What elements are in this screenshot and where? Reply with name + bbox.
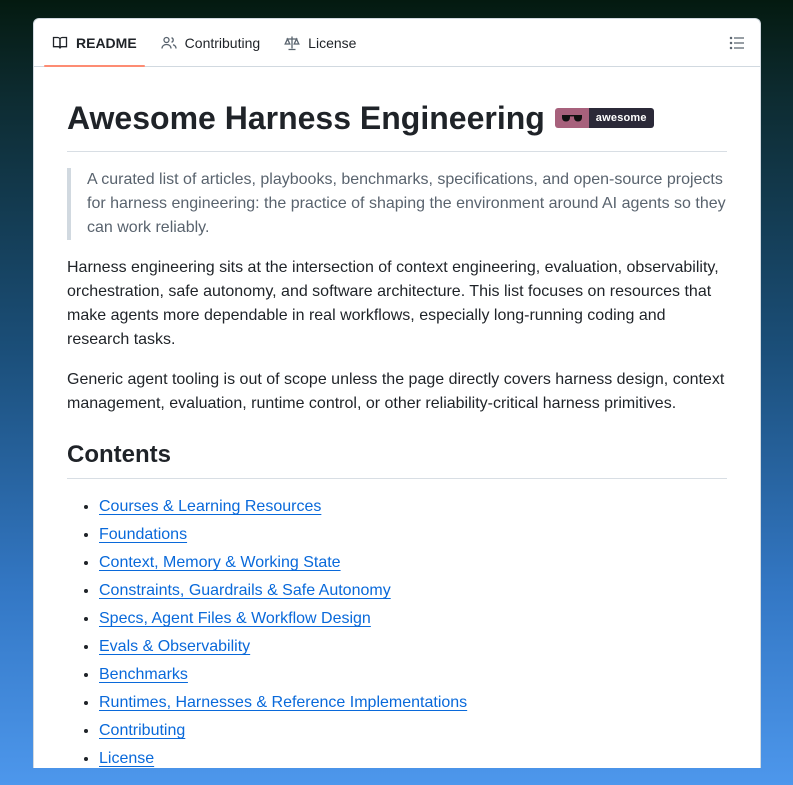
list-item: Contributing [99, 719, 727, 743]
summary-quote: A curated list of articles, playbooks, b… [67, 168, 727, 240]
toc-link-license[interactable]: License [99, 750, 154, 767]
tab-bar: README Contributing License [34, 19, 760, 67]
contents-heading: Contents [67, 440, 727, 479]
toc-link-courses[interactable]: Courses & Learning Resources [99, 498, 321, 515]
badge-label: awesome [588, 108, 654, 128]
toc-link-contributing[interactable]: Contributing [99, 722, 185, 739]
tab-readme-label: README [76, 34, 137, 51]
tab-license-label: License [308, 34, 357, 51]
toc-link-foundations[interactable]: Foundations [99, 526, 187, 543]
tab-contributing[interactable]: Contributing [153, 19, 269, 66]
tab-contributing-label: Contributing [184, 34, 261, 51]
tab-license[interactable]: License [276, 19, 364, 66]
toc-link-constraints[interactable]: Constraints, Guardrails & Safe Autonomy [99, 582, 391, 599]
readme-content: Awesome Harness Engineering awesome A cu… [34, 99, 760, 768]
readme-panel: README Contributing License Awesome Harn… [33, 18, 761, 768]
list-item: Constraints, Guardrails & Safe Autonomy [99, 579, 727, 603]
tab-readme[interactable]: README [44, 19, 145, 67]
list-item: Context, Memory & Working State [99, 551, 727, 575]
list-item: Foundations [99, 523, 727, 547]
outline-button[interactable] [726, 32, 748, 54]
toc-link-context[interactable]: Context, Memory & Working State [99, 554, 341, 571]
awesome-badge[interactable]: awesome [554, 108, 654, 128]
list-item: Courses & Learning Resources [99, 495, 727, 519]
sunglasses-icon [561, 115, 582, 122]
list-item: Specs, Agent Files & Workflow Design [99, 607, 727, 631]
scale-icon [284, 36, 300, 50]
book-icon [52, 36, 68, 49]
toc-link-benchmarks[interactable]: Benchmarks [99, 666, 188, 683]
toc-link-runtimes[interactable]: Runtimes, Harnesses & Reference Implemen… [99, 694, 467, 711]
toc-link-evals[interactable]: Evals & Observability [99, 638, 250, 655]
page-title: Awesome Harness Engineering awesome [67, 99, 727, 152]
page-title-text: Awesome Harness Engineering [67, 100, 545, 136]
people-icon [161, 36, 177, 49]
toc-link-specs[interactable]: Specs, Agent Files & Workflow Design [99, 610, 371, 627]
intro-paragraph: Harness engineering sits at the intersec… [67, 259, 719, 348]
list-item: License [99, 747, 727, 768]
scope-paragraph: Generic agent tooling is out of scope un… [67, 371, 725, 412]
list-item: Evals & Observability [99, 635, 727, 659]
list-item: Benchmarks [99, 663, 727, 687]
list-icon [729, 36, 744, 50]
contents-list: Courses & Learning Resources Foundations… [67, 495, 727, 768]
badge-icon-area [554, 108, 589, 128]
list-item: Runtimes, Harnesses & Reference Implemen… [99, 691, 727, 715]
